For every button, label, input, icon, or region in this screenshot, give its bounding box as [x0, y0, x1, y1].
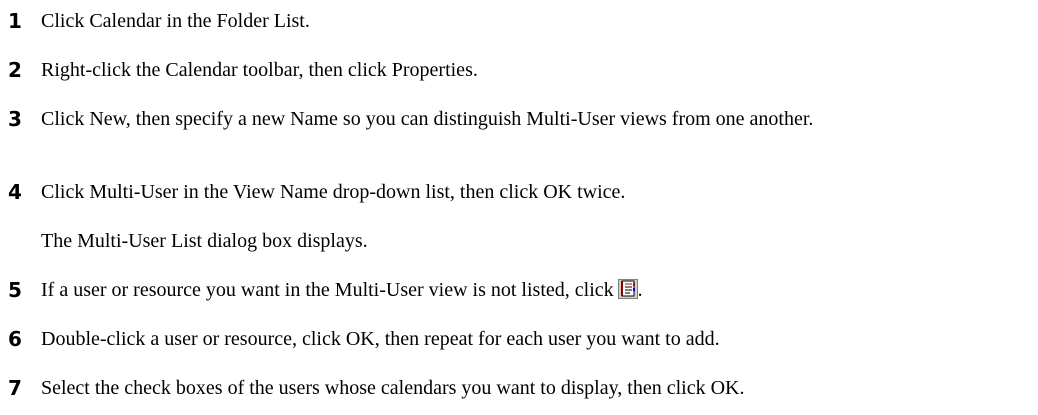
step-number: 6 — [8, 327, 22, 351]
step-number: 2 — [8, 58, 22, 82]
step-3: 3 Click New, then specify a new Name so … — [0, 107, 1030, 132]
step-text: Click Multi-User in the View Name drop-d… — [41, 181, 626, 203]
step-number: 4 — [8, 180, 22, 204]
step-4: 4 Click Multi-User in the View Name drop… — [0, 180, 1030, 205]
address-book-icon — [617, 279, 638, 299]
step-text-container: If a user or resource you want in the Mu… — [41, 278, 1030, 303]
step-text: If a user or resource you want in the Mu… — [41, 279, 614, 301]
step-7: 7 Select the check boxes of the users wh… — [0, 376, 1030, 401]
step-text: Click Calendar in the Folder List. — [41, 10, 310, 32]
step-text: Double-click a user or resource, click O… — [41, 328, 720, 350]
step-number: 7 — [8, 376, 22, 400]
step-text-period: . — [637, 279, 643, 301]
step-text: Click New, then specify a new Name so yo… — [41, 108, 814, 130]
step-number: 3 — [8, 107, 22, 131]
step-number: 5 — [8, 278, 22, 302]
step-1: 1 Click Calendar in the Folder List. — [0, 9, 1030, 34]
step-5: 5 If a user or resource you want in the … — [0, 278, 1030, 303]
step-number: 1 — [8, 9, 22, 33]
step-6: 6 Double-click a user or resource, click… — [0, 327, 1030, 352]
step-2: 2 Right-click the Calendar toolbar, then… — [0, 58, 1030, 83]
step-text: Right-click the Calendar toolbar, then c… — [41, 59, 478, 81]
step-text: Select the check boxes of the users whos… — [41, 377, 745, 399]
step-4-note: The Multi-User List dialog box displays. — [41, 230, 368, 252]
